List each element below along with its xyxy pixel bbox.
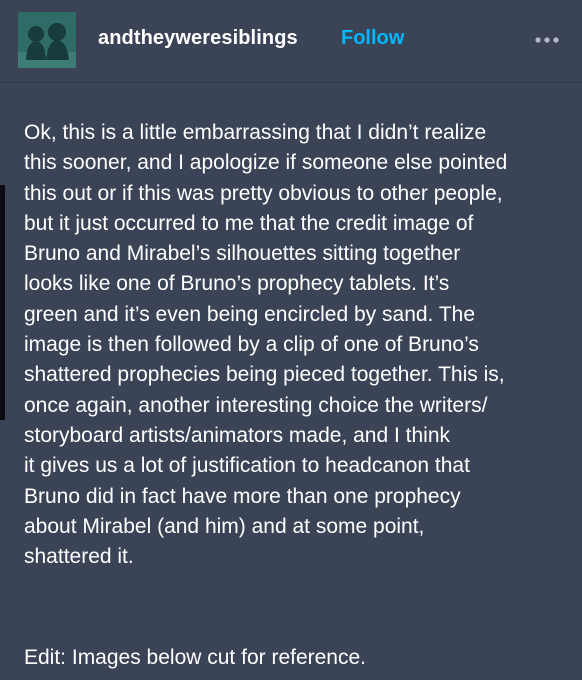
blog-name-link[interactable]: andtheyweresiblings <box>98 27 298 50</box>
avatar[interactable] <box>18 12 76 68</box>
post-body-line: this out or if this was pretty obvious t… <box>24 181 503 205</box>
ellipsis-icon[interactable] <box>534 30 560 50</box>
post-card: andtheyweresiblings Follow Ok, this is a… <box>0 0 582 680</box>
post-body-line: shattered it. <box>24 545 134 569</box>
post-body-line: but it just occurred to me that the cred… <box>24 211 474 235</box>
post-body-line: Bruno and Mirabel’s silhouettes sitting … <box>24 242 461 266</box>
silhouette-avatar-icon <box>18 12 76 68</box>
post-body-line: image is then followed by a clip of one … <box>24 333 479 357</box>
post-body-line: once again, another interesting choice t… <box>24 393 488 417</box>
post-body-line: shattered prophecies being pieced togeth… <box>24 363 505 387</box>
post-body-line: looks like one of Bruno’s prophecy table… <box>24 272 450 296</box>
follow-button[interactable]: Follow <box>341 27 404 50</box>
post-header: andtheyweresiblings Follow <box>0 0 582 83</box>
post-body-line: storyboard artists/animators made, and I… <box>24 423 451 447</box>
post-body-line: green and it’s even being encircled by s… <box>24 302 476 326</box>
edge-shadow <box>0 185 5 420</box>
post-body-line: about Mirabel (and him) and at some poin… <box>24 514 425 538</box>
post-body-line: this sooner, and I apologize if someone … <box>24 151 508 175</box>
post-body-line: Ok, this is a little embarrassing that I… <box>24 121 487 144</box>
post-body: Ok, this is a little embarrassing that I… <box>24 118 574 572</box>
post-body-line: it gives us a lot of justification to he… <box>24 454 470 478</box>
edit-note: Edit: Images below cut for reference. <box>24 646 366 669</box>
post-body-line: Bruno did in fact have more than one pro… <box>24 484 461 508</box>
